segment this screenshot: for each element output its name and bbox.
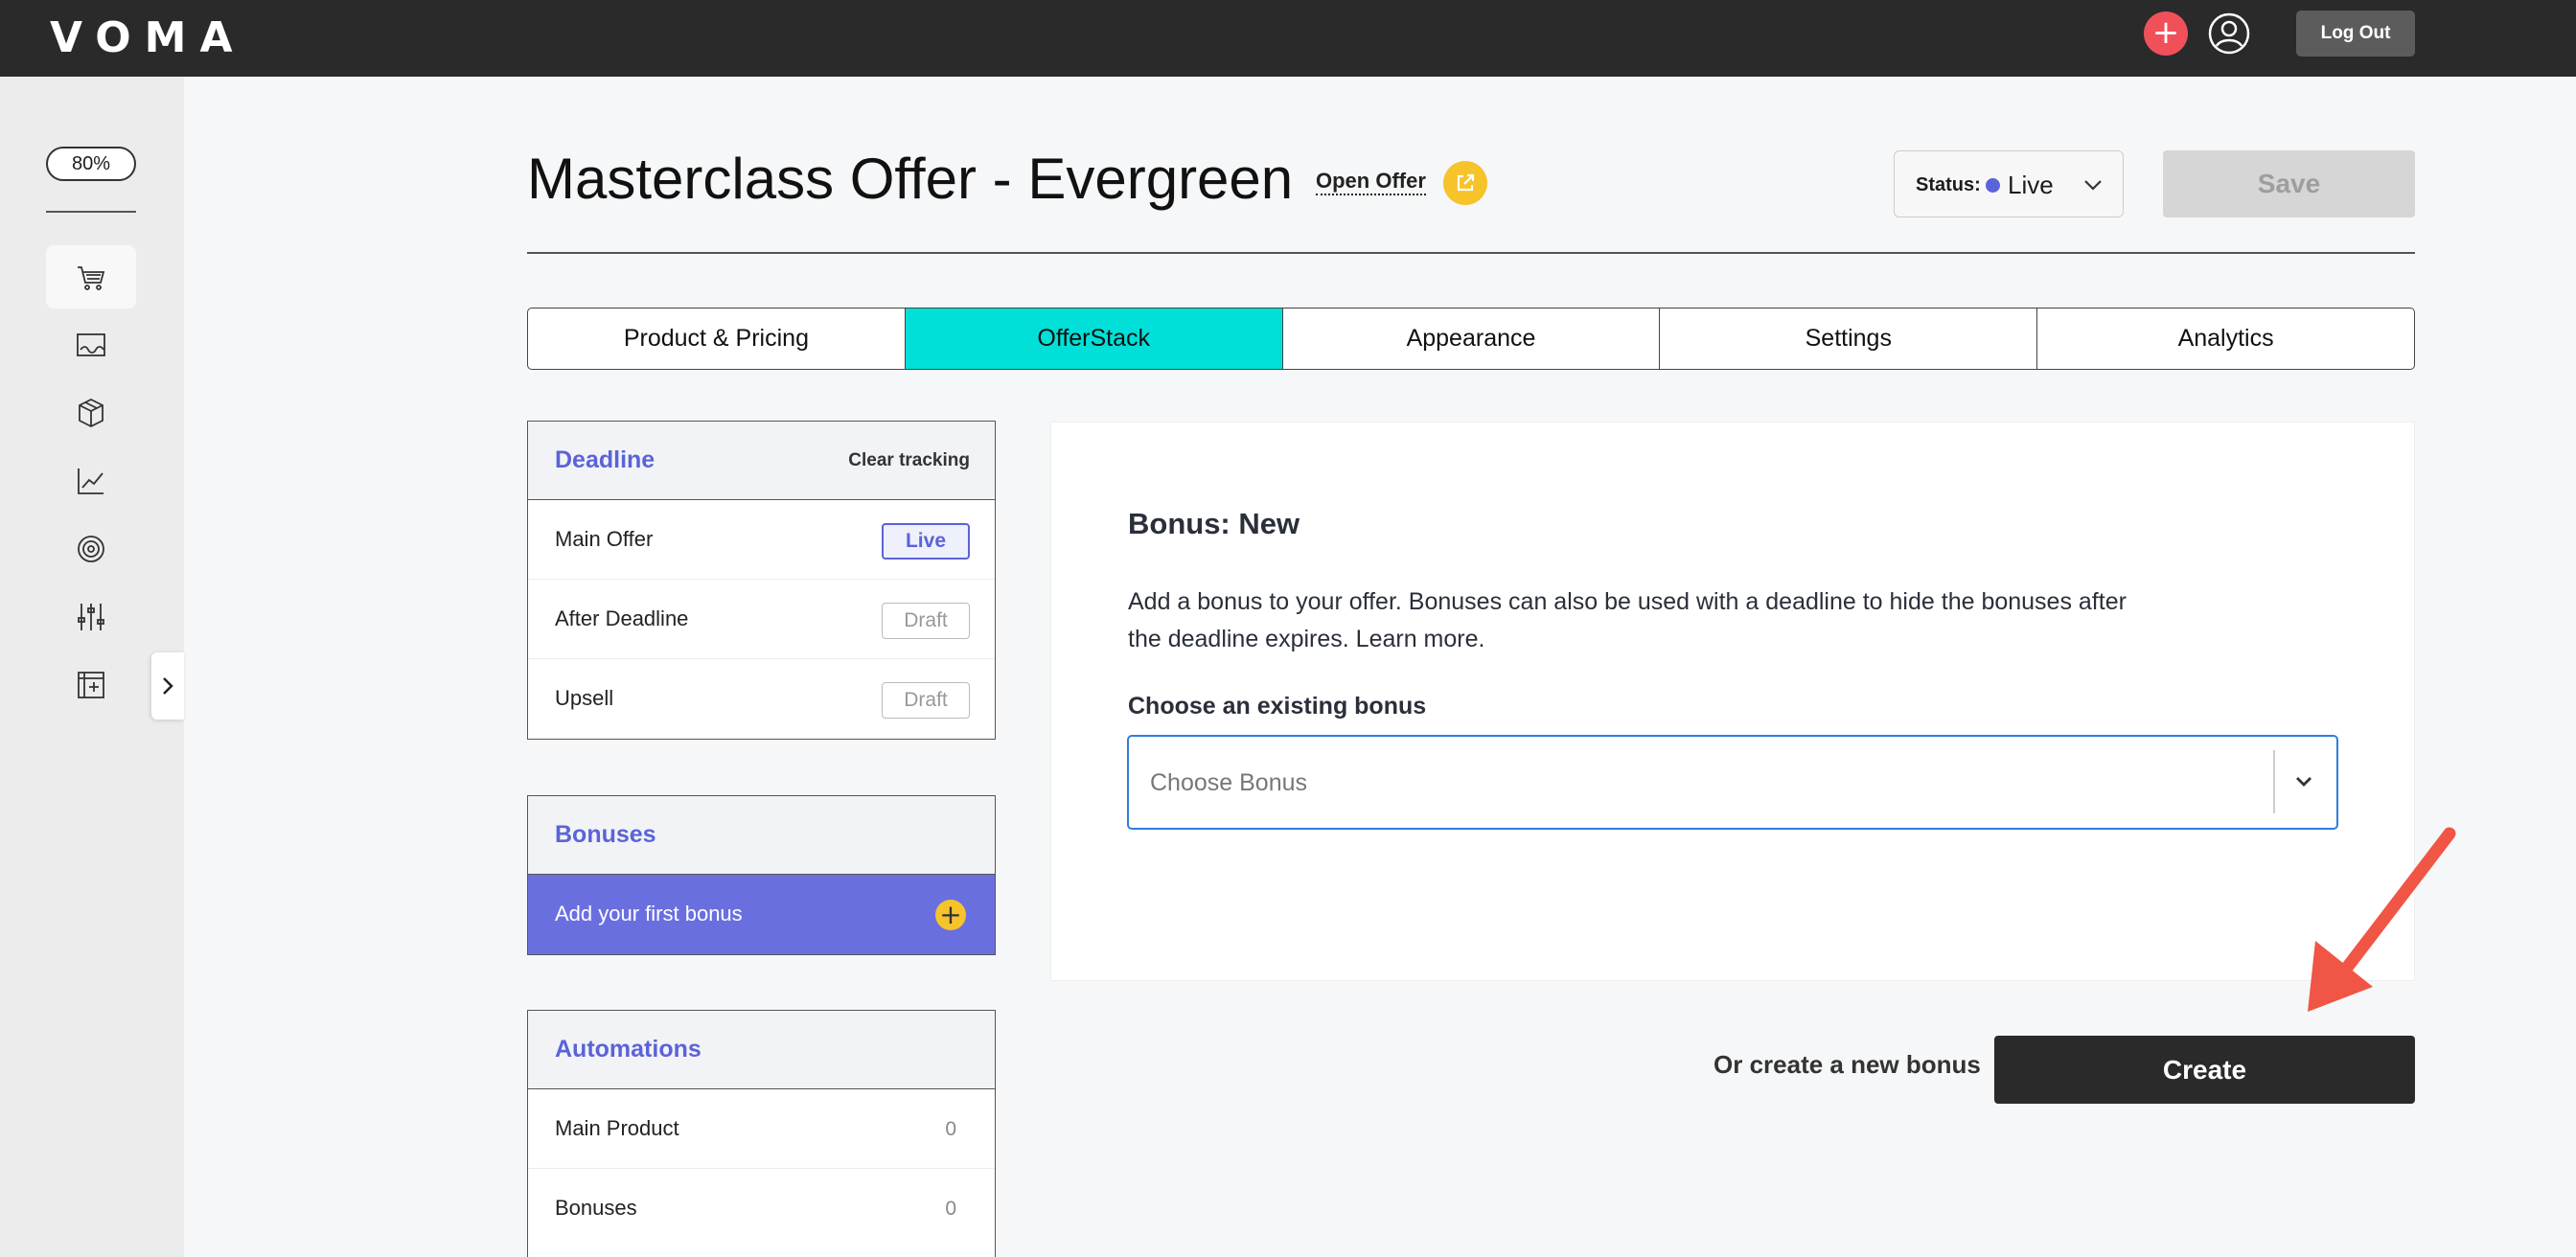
tab-appearance[interactable]: Appearance: [1283, 309, 1661, 369]
or-create-label: Or create a new bonus: [1714, 1050, 1981, 1079]
user-profile-icon[interactable]: [2207, 11, 2251, 56]
automation-row-main-product[interactable]: Main Product 0: [528, 1089, 995, 1169]
status-dot-icon: [1986, 178, 2000, 193]
chart-icon[interactable]: [46, 449, 136, 513]
external-link-icon[interactable]: [1443, 161, 1487, 205]
status-label: Status:: [1916, 174, 1981, 195]
status-dropdown[interactable]: Status: Live: [1894, 150, 2124, 217]
tab-analytics[interactable]: Analytics: [2037, 309, 2414, 369]
header-divider: [527, 252, 2415, 254]
deadline-row-upsell[interactable]: Upsell Draft: [528, 659, 995, 739]
create-bonus-button[interactable]: Create: [1994, 1036, 2415, 1104]
chevron-down-icon: [2296, 777, 2312, 787]
automation-count: 0: [945, 1118, 956, 1140]
status-value: Live: [2008, 171, 2054, 199]
top-bar: VOMA + Log Out: [0, 0, 2576, 77]
deadline-row-main-offer[interactable]: Main Offer Live: [528, 500, 995, 580]
sales-page-icon[interactable]: [46, 313, 136, 377]
row-label: Main Product: [555, 1116, 679, 1140]
add-grid-icon[interactable]: [46, 653, 136, 717]
save-button[interactable]: Save: [2163, 150, 2415, 217]
target-icon[interactable]: [46, 517, 136, 581]
automations-panel-header: Automations: [528, 1011, 995, 1089]
choose-bonus-select[interactable]: Choose Bonus: [1127, 735, 2338, 830]
deadline-panel: Deadline Clear tracking Main Offer Live …: [527, 421, 996, 740]
clear-tracking-button[interactable]: Clear tracking: [848, 450, 970, 471]
page-title: Masterclass Offer - Evergreen: [527, 147, 1294, 211]
bonus-form-card: Bonus: New Add a bonus to your offer. Bo…: [1050, 422, 2415, 981]
bonuses-panel: Bonuses Add your first bonus +: [527, 795, 996, 955]
expand-sidebar-button[interactable]: [151, 652, 184, 720]
row-label: After Deadline: [555, 606, 689, 630]
sidebar-divider: [46, 211, 136, 213]
automations-panel: Automations Main Product 0 Bonuses 0: [527, 1010, 996, 1257]
automations-title: Automations: [555, 1036, 702, 1063]
add-first-bonus-row[interactable]: Add your first bonus +: [528, 875, 995, 954]
chevron-down-icon: [2084, 180, 2102, 191]
status-badge: Live: [882, 523, 970, 560]
row-label: Main Offer: [555, 527, 654, 551]
tab-offerstack[interactable]: OfferStack: [905, 309, 1283, 369]
bonuses-title: Bonuses: [555, 821, 656, 848]
box-icon[interactable]: [46, 381, 136, 445]
cart-icon[interactable]: [46, 245, 136, 309]
bonus-form-title: Bonus: New: [1128, 507, 1300, 540]
logout-button[interactable]: Log Out: [2296, 11, 2415, 57]
automation-count: 0: [945, 1198, 956, 1220]
bonus-form-description: Add a bonus to your offer. Bonuses can a…: [1128, 588, 2127, 652]
voma-logo[interactable]: VOMA: [50, 13, 246, 62]
deadline-panel-header: Deadline Clear tracking: [528, 422, 995, 500]
tab-product-pricing[interactable]: Product & Pricing: [528, 309, 906, 369]
status-badge: Draft: [882, 603, 970, 639]
select-divider: [2273, 750, 2275, 813]
add-first-bonus-label: Add your first bonus: [555, 902, 743, 926]
open-offer-link[interactable]: Open Offer: [1316, 169, 1426, 195]
row-label: Upsell: [555, 686, 614, 710]
offer-tabs: Product & Pricing OfferStack Appearance …: [527, 308, 2415, 370]
chevron-right-icon: [163, 677, 173, 695]
add-new-button[interactable]: +: [2144, 11, 2188, 56]
automation-row-bonuses[interactable]: Bonuses 0: [528, 1169, 995, 1248]
annotation-arrow-icon: [2308, 827, 2456, 1012]
row-label: Bonuses: [555, 1196, 637, 1220]
deadline-title: Deadline: [555, 446, 656, 473]
status-badge: Draft: [882, 682, 970, 719]
choose-bonus-label: Choose an existing bonus: [1128, 693, 1427, 720]
deadline-row-after-deadline[interactable]: After Deadline Draft: [528, 580, 995, 659]
sliders-icon[interactable]: [46, 585, 136, 649]
bonuses-panel-header: Bonuses: [528, 796, 995, 875]
add-circle-icon[interactable]: +: [935, 900, 966, 930]
zoom-level-badge[interactable]: 80%: [46, 147, 136, 181]
choose-bonus-placeholder: Choose Bonus: [1150, 769, 1308, 796]
tab-settings[interactable]: Settings: [1660, 309, 2038, 369]
